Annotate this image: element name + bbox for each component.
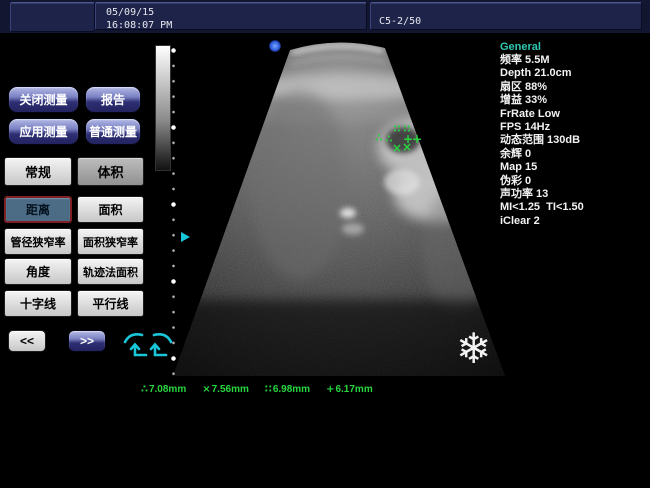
param-persistence: 余辉 0 bbox=[500, 148, 648, 161]
result-distance-3: ∷ 6.98mm bbox=[265, 384, 310, 395]
caliper-dotted-plus-1[interactable]: ∴ bbox=[376, 134, 383, 144]
preset-title: General bbox=[500, 40, 648, 54]
freeze-icon: ❄ bbox=[456, 326, 491, 372]
result-value-3: 6.98mm bbox=[273, 384, 310, 395]
param-fps: FPS 14Hz bbox=[500, 121, 648, 134]
param-acoustic-power: 声功率 13 bbox=[500, 188, 648, 201]
grayscale-bar bbox=[155, 45, 171, 171]
tab-general[interactable]: 常规 bbox=[4, 157, 72, 186]
ultrasound-screen: 05/09/15 16:08:07 PM C5-2/50 关闭测量 报告 应用测… bbox=[0, 0, 650, 488]
probe-orientation-icon bbox=[121, 327, 175, 363]
param-map: Map 15 bbox=[500, 161, 648, 174]
param-depth: Depth 21.0cm bbox=[500, 67, 648, 80]
caliper-x-2[interactable]: × bbox=[402, 142, 412, 152]
top-status-bar: 05/09/15 16:08:07 PM C5-2/50 bbox=[0, 0, 650, 33]
probe-preset-text: C5-2/50 bbox=[379, 16, 421, 27]
result-marker-dotted-plus: ∴ bbox=[141, 384, 148, 395]
measure-area-stenosis-button[interactable]: 面积狭窄率 bbox=[77, 228, 144, 255]
apply-measure-button[interactable]: 应用测量 bbox=[8, 118, 79, 145]
datetime-panel: 05/09/15 16:08:07 PM bbox=[95, 2, 367, 30]
result-distance-4: + 6.17mm bbox=[326, 384, 373, 395]
result-distance-1: ∴ 7.08mm bbox=[141, 384, 186, 395]
result-value-1: 7.08mm bbox=[149, 384, 186, 395]
probe-preset-panel: C5-2/50 bbox=[370, 2, 642, 30]
param-dynamic-range: 动态范围 130dB bbox=[500, 134, 648, 147]
param-chroma: 伪彩 0 bbox=[500, 175, 648, 188]
date-text: 05/09/15 bbox=[106, 6, 366, 19]
measure-angle-button[interactable]: 角度 bbox=[4, 258, 72, 285]
caliper-plus-2[interactable]: + bbox=[412, 134, 422, 144]
measure-diameter-stenosis-button[interactable]: 管径狭窄率 bbox=[4, 228, 72, 255]
result-marker-plus: + bbox=[326, 384, 334, 395]
caliper-dotted-x-1[interactable]: ∷ bbox=[394, 125, 401, 135]
pager-prev-button[interactable]: << bbox=[8, 330, 46, 352]
focus-position-arrow[interactable] bbox=[181, 232, 190, 242]
measure-crosshair-button[interactable]: 十字线 bbox=[4, 290, 72, 317]
topbar-blank-panel bbox=[10, 2, 95, 32]
time-text: 16:08:07 PM bbox=[106, 19, 366, 32]
measure-area-button[interactable]: 面积 bbox=[77, 196, 144, 223]
param-frame-rate: FrRate Low bbox=[500, 108, 648, 121]
result-marker-dotted-x: ∷ bbox=[265, 384, 272, 395]
measure-parallel-button[interactable]: 平行线 bbox=[77, 290, 144, 317]
tab-volume[interactable]: 体积 bbox=[77, 157, 144, 186]
param-gain: 增益 33% bbox=[500, 94, 648, 107]
param-mi-ti: MI<1.25 TI<1.50 bbox=[500, 201, 648, 214]
measurement-results-bar: ∴ 7.08mm × 7.56mm ∷ 6.98mm + 6.17mm bbox=[141, 384, 373, 395]
image-parameters-panel: General 频率 5.5M Depth 21.0cm 扇区 88% 增益 3… bbox=[500, 40, 648, 228]
measure-distance-button[interactable]: 距离 bbox=[4, 196, 72, 223]
result-marker-x: × bbox=[202, 384, 210, 395]
pager-next-button[interactable]: >> bbox=[68, 330, 106, 352]
close-measure-button[interactable]: 关闭测量 bbox=[8, 86, 79, 113]
param-frequency: 频率 5.5M bbox=[500, 54, 648, 67]
result-value-2: 7.56mm bbox=[212, 384, 249, 395]
param-sector: 扇区 88% bbox=[500, 81, 648, 94]
probe-orientation-dot bbox=[269, 40, 281, 52]
common-measure-button[interactable]: 普通测量 bbox=[85, 118, 141, 145]
result-distance-2: × 7.56mm bbox=[202, 384, 249, 395]
result-value-4: 6.17mm bbox=[335, 384, 372, 395]
measure-trace-area-button[interactable]: 轨迹法面积 bbox=[77, 258, 144, 285]
report-button[interactable]: 报告 bbox=[85, 86, 141, 113]
caliper-x-1[interactable]: × bbox=[392, 143, 402, 153]
param-iclear: iClear 2 bbox=[500, 215, 648, 228]
